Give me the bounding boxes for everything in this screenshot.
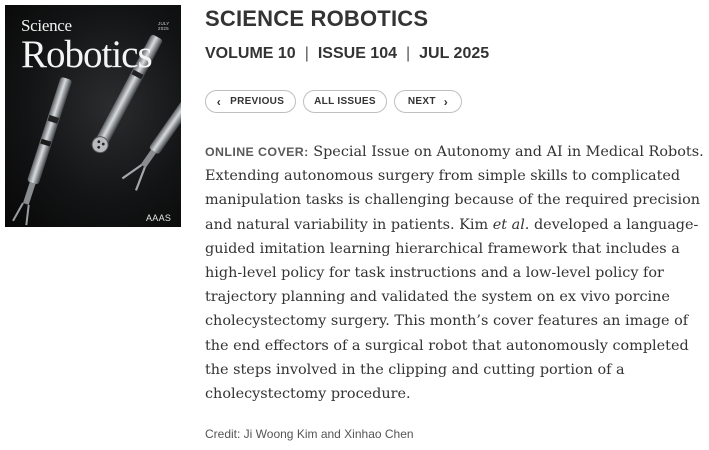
separator: | bbox=[304, 45, 309, 62]
journal-title: SCIENCE ROBOTICS bbox=[205, 6, 429, 31]
issue-number: ISSUE 104 bbox=[317, 45, 397, 62]
cover-publisher-logo: AAAS bbox=[146, 213, 172, 223]
chevron-right-icon: › bbox=[443, 94, 449, 109]
image-credit: Credit: Ji Woong Kim and Xinhao Chen bbox=[205, 427, 414, 441]
cover-description: ONLINE COVER: Special Issue on Autonomy … bbox=[205, 140, 705, 406]
next-label: NEXT bbox=[407, 96, 436, 107]
description-text-continued: developed a language-guided imitation le… bbox=[205, 216, 699, 403]
chevron-left-icon: ‹ bbox=[216, 94, 222, 109]
cover-image[interactable]: Science Robotics JULY 2025 AAAS bbox=[5, 5, 181, 227]
previous-label: PREVIOUS bbox=[230, 96, 285, 107]
description-italic: et al. bbox=[492, 216, 530, 233]
issue-info: VOLUME 10 | ISSUE 104 | JUL 2025 bbox=[205, 45, 489, 63]
separator: | bbox=[406, 45, 411, 62]
all-issues-button[interactable]: ALL ISSUES bbox=[303, 90, 387, 113]
issue-date: JUL 2025 bbox=[419, 45, 490, 62]
next-button[interactable]: NEXT › bbox=[394, 90, 462, 113]
online-cover-label: ONLINE COVER: bbox=[205, 145, 309, 159]
all-issues-label: ALL ISSUES bbox=[314, 96, 376, 107]
volume-label: VOLUME 10 bbox=[205, 45, 296, 62]
cover-brand-robotics: Robotics bbox=[21, 33, 153, 76]
previous-button[interactable]: ‹ PREVIOUS bbox=[205, 90, 296, 113]
cover-issue-date: JULY 2025 bbox=[158, 21, 170, 31]
